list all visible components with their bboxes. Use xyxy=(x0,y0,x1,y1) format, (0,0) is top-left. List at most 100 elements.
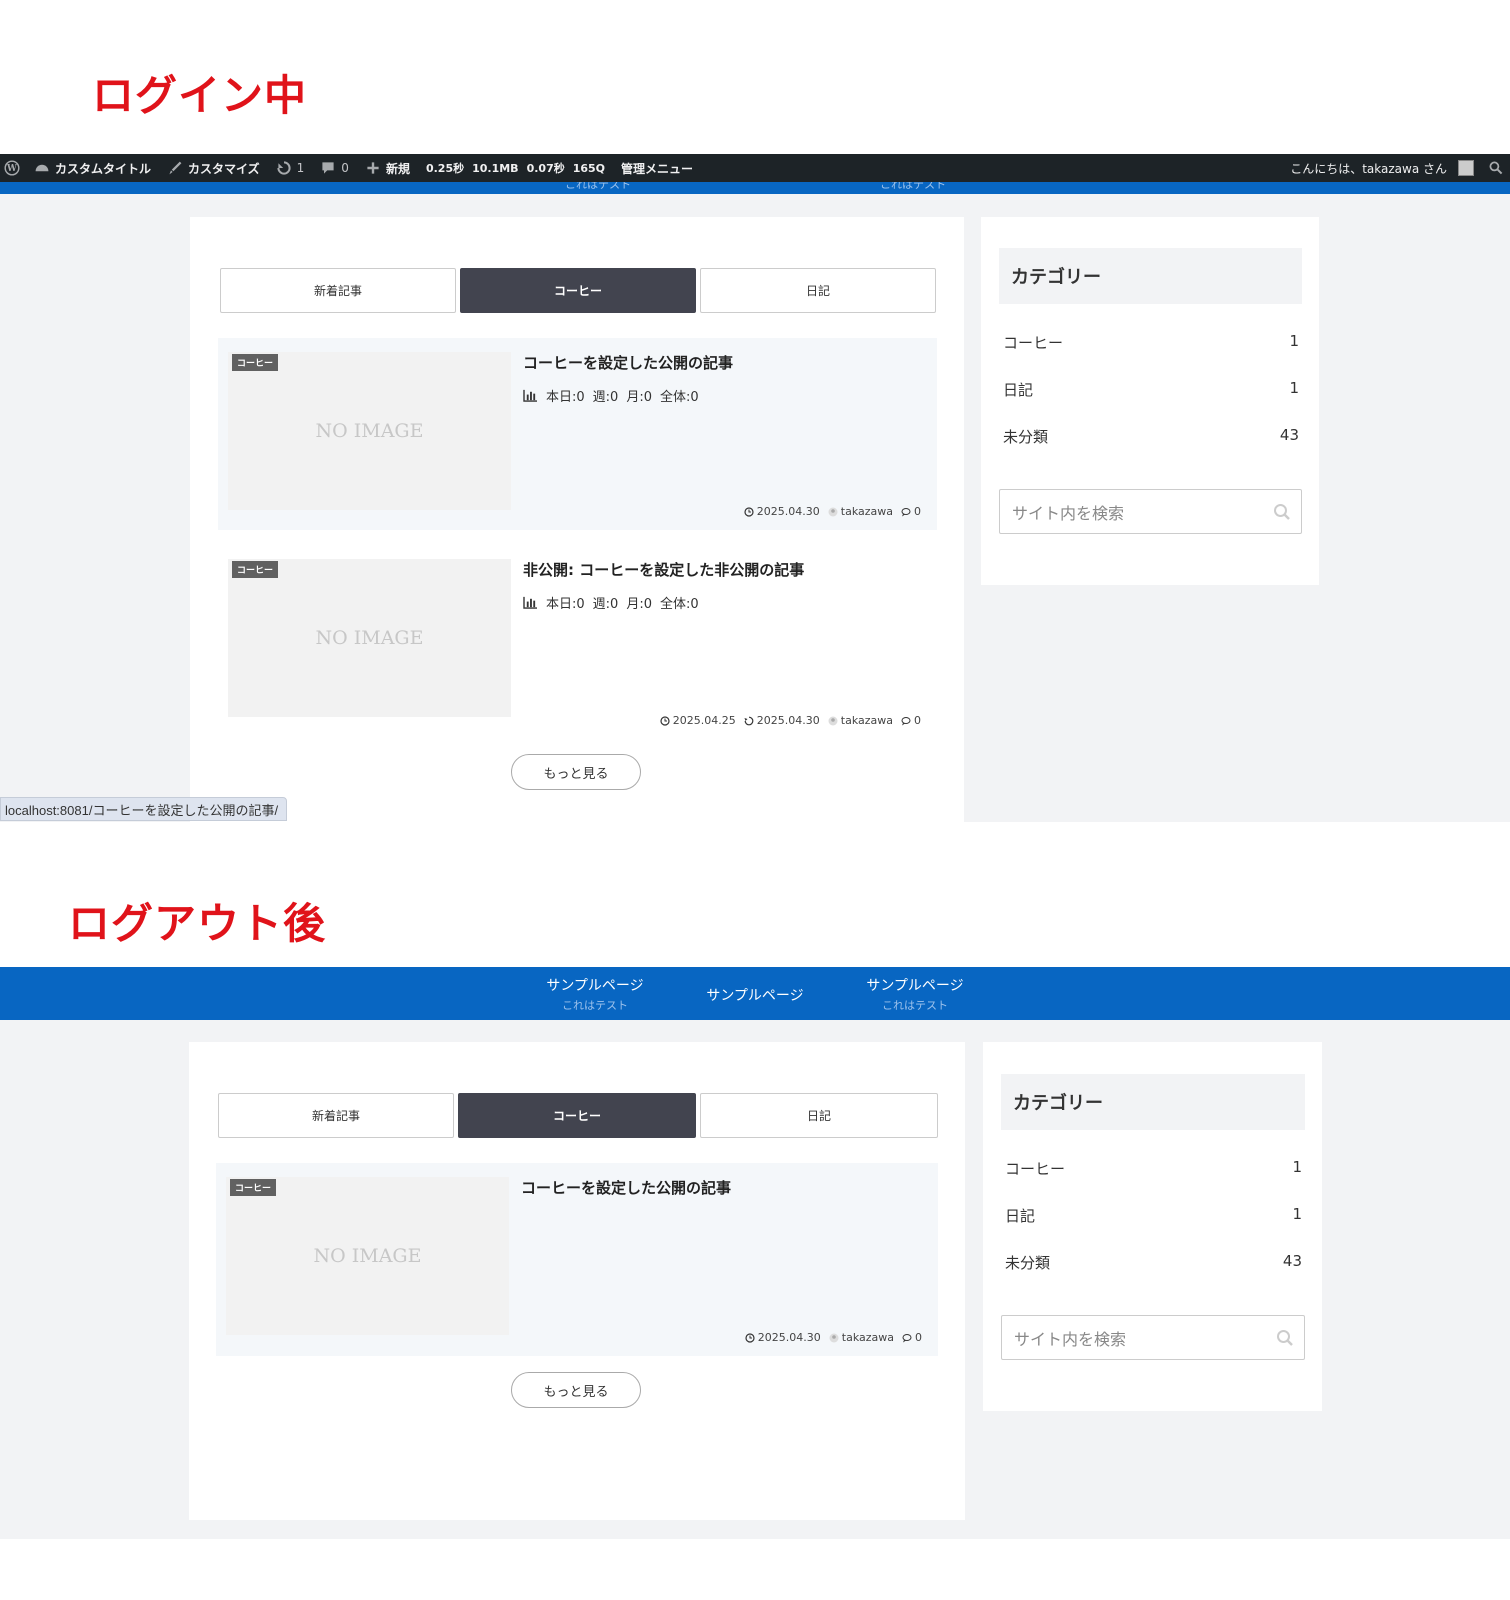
sidebar-card-logged-out: カテゴリー コーヒー 1 日記 1 未分類 43 サイト内を検索 xyxy=(983,1042,1322,1411)
plus-icon xyxy=(367,162,379,174)
stat-week: 週:0 xyxy=(592,597,619,612)
main-content-card-logged-out: 新着記事 コーヒー 日記 NO IMAGE コーヒー コーヒーを設定した公開の記… xyxy=(189,1042,965,1520)
post-comments: 0 xyxy=(901,714,921,727)
site-search-input[interactable]: サイト内を検索 xyxy=(999,489,1302,534)
updates-item[interactable]: 1 xyxy=(268,154,313,182)
clock-icon xyxy=(744,506,754,517)
comment-bubble-icon xyxy=(322,162,334,174)
perf-time: 0.25秒 xyxy=(425,162,465,175)
nav-sub-partial-2: これはテスト xyxy=(880,182,946,191)
category-name: 未分類 xyxy=(1003,428,1049,446)
post-date-value: 2025.04.25 xyxy=(672,714,736,727)
post-title[interactable]: コーヒーを設定した公開の記事 xyxy=(521,1177,731,1198)
clock-icon xyxy=(660,715,670,726)
brush-icon xyxy=(169,161,182,175)
category-item-uncategorized[interactable]: 未分類 43 xyxy=(1003,426,1299,447)
category-name: コーヒー xyxy=(1003,334,1064,352)
nav-strip-partial: これはテスト これはテスト xyxy=(0,182,1510,194)
search-placeholder: サイト内を検索 xyxy=(1012,503,1125,523)
category-count: 1 xyxy=(1292,1158,1302,1176)
site-name-item[interactable]: カスタムタイトル xyxy=(26,154,159,182)
post-card[interactable]: NO IMAGE コーヒー 非公開: コーヒーを設定した非公開の記事 本日:0 … xyxy=(218,547,937,739)
category-widget-title: カテゴリー xyxy=(999,248,1302,304)
author-avatar-icon xyxy=(829,1333,839,1342)
query-monitor-item[interactable]: 0.25秒 10.1MB 0.07秒 165Q xyxy=(418,154,613,182)
stat-week: 週:0 xyxy=(592,390,619,405)
post-date: 2025.04.25 xyxy=(660,714,736,727)
tab-diary[interactable]: 日記 xyxy=(700,268,936,313)
bar-chart-icon xyxy=(523,389,537,402)
post-title[interactable]: 非公開: コーヒーを設定した非公開の記事 xyxy=(523,559,804,580)
nav-item-sample-1[interactable]: サンプルページ これはテスト xyxy=(540,975,650,1013)
tab-coffee[interactable]: コーヒー xyxy=(460,268,696,313)
post-updated: 2025.04.30 xyxy=(744,714,820,727)
wordpress-logo-item[interactable]: W xyxy=(0,154,26,182)
category-item-diary[interactable]: 日記 1 xyxy=(1003,379,1299,400)
nav-label: サンプルページ xyxy=(546,978,644,994)
admin-menu-label: 管理メニュー xyxy=(621,161,694,176)
logged-out-heading: ログアウト後 xyxy=(68,899,327,948)
category-name: 未分類 xyxy=(1005,1254,1051,1272)
post-card[interactable]: NO IMAGE コーヒー コーヒーを設定した公開の記事 本日:0 週:0 月:… xyxy=(218,338,937,530)
author-avatar-icon xyxy=(828,716,838,725)
post-thumbnail: NO IMAGE xyxy=(228,559,511,717)
stat-month: 月:0 xyxy=(626,390,652,405)
category-name: 日記 xyxy=(1005,1207,1036,1225)
my-account-item[interactable]: こんにちは、takazawa さん xyxy=(1282,154,1482,182)
post-view-stats: 本日:0 週:0 月:0 全体:0 xyxy=(523,386,699,405)
new-content-item[interactable]: 新規 xyxy=(357,154,418,182)
tab-diary[interactable]: 日記 xyxy=(700,1093,938,1138)
post-comments-count: 0 xyxy=(914,505,921,518)
tab-new-posts[interactable]: 新着記事 xyxy=(218,1093,454,1138)
post-comments-count: 0 xyxy=(914,714,921,727)
post-card[interactable]: NO IMAGE コーヒー コーヒーを設定した公開の記事 2025.04.30 … xyxy=(216,1163,938,1356)
browser-status-url: localhost:8081/コーヒーを設定した公開の記事/ xyxy=(0,797,288,821)
category-item-diary[interactable]: 日記 1 xyxy=(1005,1205,1302,1226)
wordpress-icon: W xyxy=(4,160,20,176)
nav-label: サンプルページ xyxy=(866,978,964,994)
category-count: 1 xyxy=(1292,1205,1302,1223)
customize-item[interactable]: カスタマイズ xyxy=(159,154,268,182)
post-thumbnail: NO IMAGE xyxy=(226,1177,509,1335)
post-updated-value: 2025.04.30 xyxy=(756,714,820,727)
category-widget-title: カテゴリー xyxy=(1001,1074,1305,1130)
admin-bar: W カスタムタイトル カスタマイズ 1 0 新規 0.25秒 10.1MB 0.… xyxy=(0,154,1510,182)
site-search-input[interactable]: サイト内を検索 xyxy=(1001,1315,1305,1360)
post-date-value: 2025.04.30 xyxy=(757,1331,821,1344)
tab-coffee[interactable]: コーヒー xyxy=(458,1093,696,1138)
nav-item-sample-3[interactable]: サンプルページ これはテスト xyxy=(860,975,970,1013)
avatar xyxy=(1458,160,1474,176)
category-item-uncategorized[interactable]: 未分類 43 xyxy=(1005,1252,1302,1273)
category-badge: コーヒー xyxy=(232,561,279,578)
category-name: コーヒー xyxy=(1005,1160,1066,1178)
search-icon[interactable] xyxy=(1273,503,1291,521)
comment-icon xyxy=(901,507,911,516)
logged-in-heading: ログイン中 xyxy=(92,71,308,120)
post-meta: 2025.04.30 takazawa 0 xyxy=(745,1331,922,1344)
stat-today: 本日:0 xyxy=(546,597,585,612)
comments-item[interactable]: 0 xyxy=(312,154,357,182)
admin-search-item[interactable] xyxy=(1482,154,1510,182)
post-comments-count: 0 xyxy=(915,1331,922,1344)
post-title[interactable]: コーヒーを設定した公開の記事 xyxy=(523,352,733,373)
admin-menu-item[interactable]: 管理メニュー xyxy=(613,154,701,182)
search-icon[interactable] xyxy=(1276,1329,1294,1347)
category-tabs: 新着記事 コーヒー 日記 xyxy=(218,1093,938,1138)
category-count: 1 xyxy=(1289,379,1299,397)
nav-item-sample-2[interactable]: サンプルページ xyxy=(700,985,810,1005)
category-item-coffee[interactable]: コーヒー 1 xyxy=(1005,1158,1302,1179)
load-more-button[interactable]: もっと見る xyxy=(511,1372,641,1408)
category-item-coffee[interactable]: コーヒー 1 xyxy=(1003,332,1299,353)
search-placeholder: サイト内を検索 xyxy=(1014,1329,1127,1349)
clock-icon xyxy=(745,1332,755,1343)
site-name-label: カスタムタイトル xyxy=(55,161,152,176)
updates-count: 1 xyxy=(296,161,305,175)
main-content-card-logged-in: 新着記事 コーヒー 日記 NO IMAGE コーヒー コーヒーを設定した公開の記… xyxy=(190,217,964,822)
category-count: 43 xyxy=(1279,426,1299,444)
post-author: takazawa xyxy=(828,505,893,518)
post-date: 2025.04.30 xyxy=(744,505,820,518)
load-more-button[interactable]: もっと見る xyxy=(511,754,641,790)
perf-memory: 10.1MB xyxy=(472,161,519,175)
tab-new-posts[interactable]: 新着記事 xyxy=(220,268,456,313)
category-badge: コーヒー xyxy=(230,1179,277,1196)
